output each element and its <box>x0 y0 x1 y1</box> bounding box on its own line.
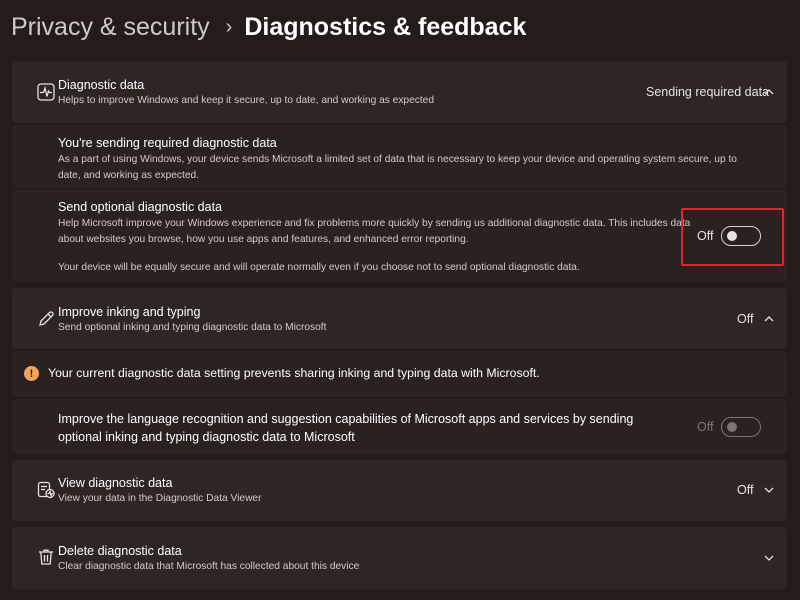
view-diagnostic-data-status: Off <box>737 483 754 497</box>
diagnostic-data-title: Diagnostic data <box>58 78 145 92</box>
highlight-box <box>681 208 784 266</box>
trash-icon <box>36 547 56 567</box>
optional-data-title: Send optional diagnostic data <box>58 200 223 214</box>
inking-warning-row: Your current diagnostic data setting pre… <box>12 351 787 397</box>
inking-typing-description: Send optional inking and typing diagnost… <box>58 322 327 333</box>
delete-diagnostic-data-description: Clear diagnostic data that Microsoft has… <box>58 561 360 572</box>
pulse-icon <box>36 82 56 102</box>
inking-warning-text: Your current diagnostic data setting pre… <box>48 366 540 380</box>
chevron-up-icon[interactable] <box>762 312 776 326</box>
chevron-down-icon[interactable] <box>762 551 776 565</box>
view-diagnostic-data-description: View your data in the Diagnostic Data Vi… <box>58 493 262 504</box>
language-recognition-toggle[interactable] <box>721 417 761 437</box>
diagnostic-data-status: Sending required data <box>646 85 770 99</box>
optional-data-setting: Send optional diagnostic data Help Micro… <box>12 190 787 282</box>
required-data-title: You're sending required diagnostic data <box>58 136 277 150</box>
chevron-up-icon[interactable] <box>762 85 776 99</box>
inking-typing-status: Off <box>737 312 754 326</box>
inking-typing-header[interactable]: Improve inking and typing Send optional … <box>12 288 787 349</box>
info-icon: ! <box>24 366 39 381</box>
optional-data-note: Your device will be equally secure and w… <box>58 262 580 273</box>
chevron-right-icon: › <box>225 15 233 38</box>
language-recognition-toggle-label: Off <box>697 420 714 434</box>
toggle-knob <box>727 422 737 432</box>
required-data-info: You're sending required diagnostic data … <box>12 125 787 188</box>
view-diagnostic-data-title: View diagnostic data <box>58 476 173 490</box>
pen-icon <box>36 309 56 329</box>
breadcrumb-parent-privacy-security[interactable]: Privacy & security <box>11 13 210 42</box>
page-title: Diagnostics & feedback <box>244 12 527 41</box>
diagnostic-data-header[interactable]: Diagnostic data Helps to improve Windows… <box>12 61 787 123</box>
required-data-description: As a part of using Windows, your device … <box>58 154 737 181</box>
breadcrumb: Privacy & security › Diagnostics & feedb… <box>11 10 526 44</box>
optional-data-description: Help Microsoft improve your Windows expe… <box>58 218 691 245</box>
delete-diagnostic-data-title: Delete diagnostic data <box>58 544 182 558</box>
language-recognition-text: Improve the language recognition and sug… <box>58 412 634 444</box>
view-diagnostic-data-header[interactable]: View diagnostic data View your data in t… <box>12 460 787 521</box>
data-viewer-icon <box>36 480 56 500</box>
chevron-down-icon[interactable] <box>762 483 776 497</box>
delete-diagnostic-data-header[interactable]: Delete diagnostic data Clear diagnostic … <box>12 527 787 589</box>
language-recognition-setting: Improve the language recognition and sug… <box>12 399 787 454</box>
inking-typing-title: Improve inking and typing <box>58 305 201 319</box>
diagnostic-data-description: Helps to improve Windows and keep it sec… <box>58 95 435 106</box>
